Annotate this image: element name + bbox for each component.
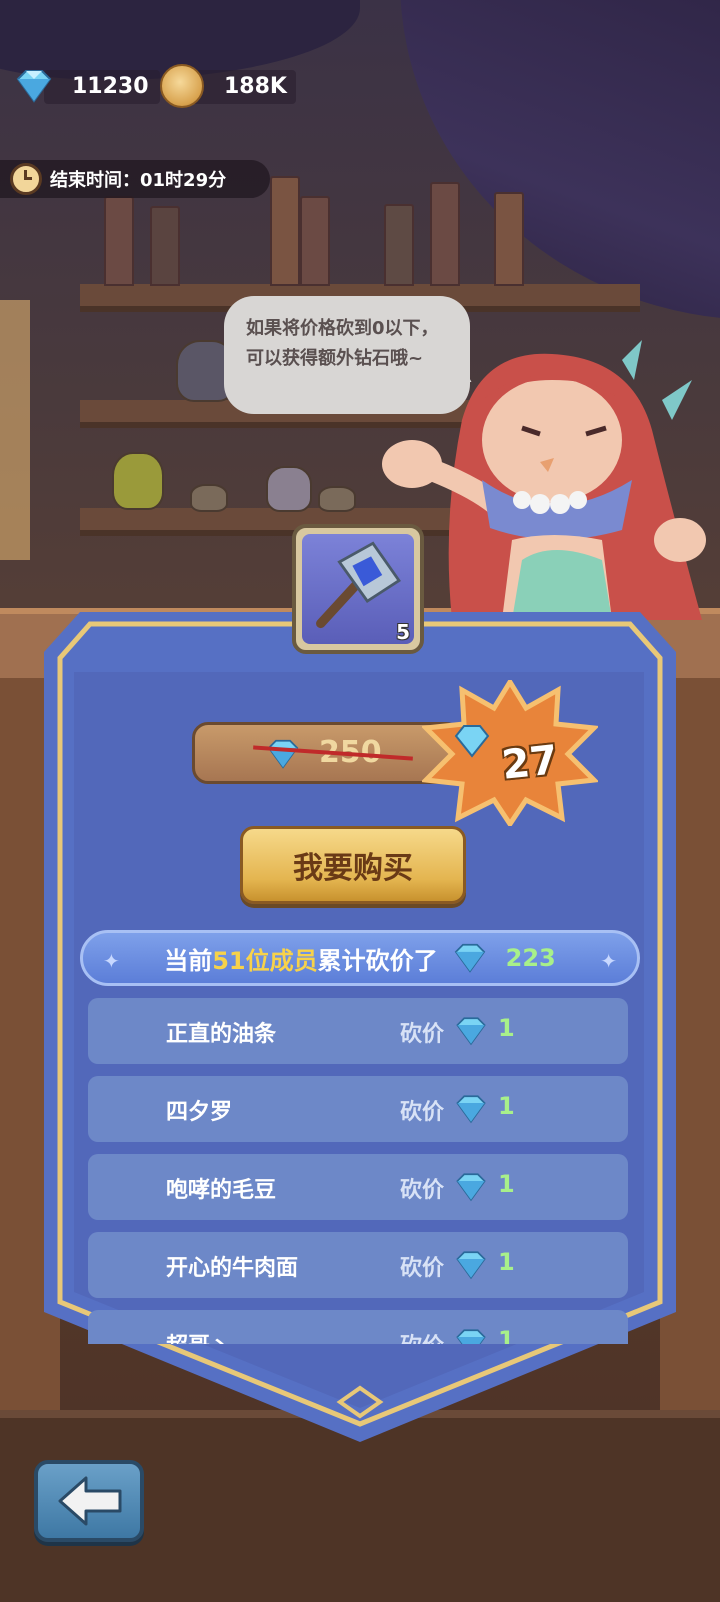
bargain-label: 砍价 xyxy=(400,1256,445,1281)
bargain-label: 砍价 xyxy=(400,1100,445,1125)
diamond-icon xyxy=(456,1329,486,1344)
member-name: 四夕罗 xyxy=(166,1100,233,1125)
item-card[interactable]: 5 xyxy=(292,524,424,654)
sparkle-icon: ✦ xyxy=(103,949,120,973)
window-light xyxy=(0,300,30,560)
diamond-icon xyxy=(456,1251,486,1280)
book xyxy=(494,192,524,286)
potion-bottle xyxy=(112,452,164,510)
book xyxy=(150,206,180,286)
buy-button-label: 我要购买 xyxy=(293,851,413,886)
summary-suffix: 累计砍价了 xyxy=(317,946,438,975)
jar xyxy=(266,466,312,512)
diamond-icon xyxy=(456,1017,486,1046)
diamond-icon xyxy=(267,739,299,769)
bargain-amount: 1 xyxy=(498,1248,515,1276)
diamond-icon xyxy=(454,943,485,973)
gem-count: 11230 xyxy=(72,73,149,99)
npc-speech-bubble: 如果将价格砍到0以下，可以获得额外钻石哦~ xyxy=(224,296,470,414)
member-name: 正直的油条 xyxy=(166,1022,277,1047)
sparkle-icon: ✦ xyxy=(600,949,617,973)
summary-member-count: 51位成员 xyxy=(212,946,318,975)
jar xyxy=(190,484,228,512)
list-item: 正直的油条 砍价 1 xyxy=(88,998,628,1064)
bargain-amount: 1 xyxy=(498,1014,515,1042)
member-name: 超哥丶 xyxy=(166,1328,232,1344)
list-item: 开心的牛肉面 砍价 1 xyxy=(88,1232,628,1298)
bargain-amount: 1 xyxy=(498,1092,515,1120)
jar xyxy=(318,486,356,512)
member-name: 开心的牛肉面 xyxy=(166,1256,299,1281)
coin-icon xyxy=(160,64,204,108)
summary-total: 223 xyxy=(505,944,556,972)
diamond-icon xyxy=(456,1173,486,1202)
clock-icon xyxy=(10,163,42,195)
book xyxy=(384,204,414,286)
list-item: 四夕罗 砍价 1 xyxy=(88,1076,628,1142)
bargain-label: 砍价 xyxy=(400,1178,445,1203)
coin-balance: 188K xyxy=(160,64,296,108)
diamond-icon xyxy=(16,70,52,103)
bargain-label: 砍价 xyxy=(400,1328,444,1344)
gem-balance: 11230 xyxy=(14,66,160,106)
book xyxy=(104,196,134,286)
bargain-label: 砍价 xyxy=(400,1022,445,1047)
arrow-left-icon xyxy=(58,1476,122,1526)
book xyxy=(270,176,300,286)
bargain-amount: 1 xyxy=(498,1326,515,1344)
timer-label: 结束时间：01时29分 xyxy=(50,170,227,191)
book xyxy=(430,182,460,286)
npc-speech-text: 如果将价格砍到0以下，可以获得额外钻石哦~ xyxy=(246,318,439,369)
diamond-icon xyxy=(456,1095,486,1124)
list-item: 咆哮的毛豆 砍价 1 xyxy=(88,1154,628,1220)
bargain-summary: ✦ 当前 51位成员 累计砍价了 223 ✦ xyxy=(80,930,640,986)
coin-count: 188K xyxy=(224,73,287,99)
back-button[interactable] xyxy=(34,1460,144,1542)
list-item: 超哥丶 砍价 1 xyxy=(88,1310,628,1344)
item-count: 5 xyxy=(396,620,410,644)
end-timer: 结束时间：01时29分 xyxy=(0,160,270,198)
bargain-amount: 1 xyxy=(498,1170,515,1198)
current-price: 27 xyxy=(499,737,560,789)
bargain-list[interactable]: 正直的油条 砍价 1 四夕罗 砍价 1 咆哮的毛豆 砍价 1 开心的牛肉面 砍价… xyxy=(88,998,628,1344)
member-name: 咆哮的毛豆 xyxy=(166,1178,277,1203)
book xyxy=(300,196,330,286)
summary-prefix: 当前 xyxy=(164,946,213,975)
buy-button[interactable]: 我要购买 xyxy=(240,826,466,904)
